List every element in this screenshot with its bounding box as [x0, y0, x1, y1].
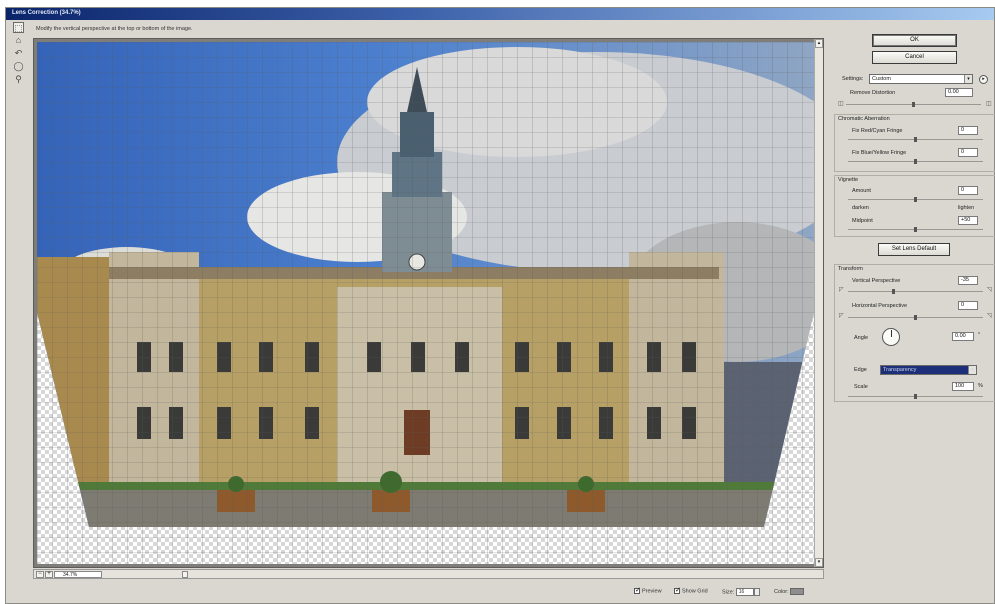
midpoint-label: Midpoint: [852, 218, 873, 224]
slider-thumb[interactable]: [914, 137, 917, 142]
perspective-right-icon: ◹: [987, 313, 992, 319]
straighten-tool-icon[interactable]: ⌂: [13, 35, 24, 46]
settings-value: Custom: [872, 76, 891, 82]
vignette-title: Vignette: [838, 177, 859, 183]
hand-tool-icon[interactable]: ◯: [13, 61, 24, 72]
cancel-button[interactable]: Cancel: [872, 51, 957, 64]
edge-value: Transparency: [883, 367, 917, 373]
grid-color-label: Color:: [774, 588, 789, 595]
preview-canvas[interactable]: [37, 42, 814, 564]
lighten-label: lighten: [958, 205, 975, 211]
chevron-down-icon: ▾: [964, 75, 972, 83]
angle-dial[interactable]: [882, 328, 900, 346]
horizontal-scroll-thumb[interactable]: [182, 571, 188, 578]
show-grid-option[interactable]: Show Grid: [674, 586, 708, 600]
midpoint-slider[interactable]: [848, 227, 983, 232]
scale-slider[interactable]: [848, 394, 983, 399]
remove-distortion-label: Remove Distortion: [850, 90, 896, 96]
blue-yellow-label: Fix Blue/Yellow Fringe: [852, 150, 907, 156]
grid-size-label: Size:: [722, 589, 735, 596]
grid-color-option: Color:: [774, 588, 805, 600]
tool-hint: Modify the vertical perspective at the t…: [36, 26, 193, 32]
pincushion-icon: ◫: [838, 101, 844, 107]
settings-panel: OK Cancel Settings: Custom ▾ ▸ Remove Di…: [830, 30, 995, 590]
preview-image: [37, 42, 814, 564]
slider-thumb[interactable]: [914, 394, 917, 399]
zoom-level[interactable]: 34.7%: [54, 571, 102, 578]
vignette-amount-field[interactable]: 0: [958, 186, 978, 195]
red-cyan-label: Fix Red/Cyan Fringe: [852, 128, 903, 134]
slider-thumb[interactable]: [914, 159, 917, 164]
remove-distortion-tool-icon[interactable]: ⬚: [13, 22, 24, 33]
preview-checkbox[interactable]: [634, 586, 641, 594]
move-grid-tool-icon[interactable]: ↶: [13, 48, 24, 59]
preview-label: Preview: [642, 588, 662, 595]
slider-thumb[interactable]: [912, 102, 915, 107]
alignment-grid: [37, 42, 814, 564]
horizontal-perspective-field[interactable]: 0: [958, 301, 978, 310]
scale-field[interactable]: 100: [952, 382, 974, 391]
slider-thumb[interactable]: [892, 289, 895, 294]
red-cyan-slider[interactable]: [848, 137, 983, 142]
vertical-perspective-slider[interactable]: [848, 289, 983, 294]
tool-palette: ⬚ ⌂ ↶ ◯ ⚲: [6, 22, 28, 102]
edge-label: Edge: [854, 367, 867, 373]
red-cyan-field[interactable]: 0: [958, 126, 978, 135]
show-grid-label: Show Grid: [682, 588, 708, 595]
show-grid-checkbox[interactable]: [674, 586, 681, 594]
slider-thumb[interactable]: [914, 227, 917, 232]
grid-color-swatch[interactable]: [790, 588, 805, 595]
window-title: Lens Correction (34.7%): [12, 10, 81, 16]
transform-title: Transform: [838, 266, 863, 272]
preview-option[interactable]: Preview: [634, 586, 662, 600]
grid-size-option: Size: 16: [722, 588, 760, 600]
perspective-left-icon: ◸: [839, 287, 844, 293]
edge-select[interactable]: Transparency ▾: [880, 365, 977, 375]
grid-size-input[interactable]: 16: [735, 588, 754, 596]
horizontal-perspective-slider[interactable]: [848, 315, 983, 320]
remove-distortion-field[interactable]: 0.00: [945, 88, 973, 97]
slider-thumb[interactable]: [914, 197, 917, 202]
blue-yellow-field[interactable]: 0: [958, 148, 978, 157]
settings-select[interactable]: Custom ▾: [869, 74, 973, 84]
scroll-down-icon[interactable]: ▾: [815, 558, 823, 567]
scale-unit: %: [978, 383, 983, 389]
settings-menu-icon[interactable]: ▸: [979, 75, 988, 84]
darken-label: darken: [852, 205, 869, 211]
vertical-perspective-label: Vertical Perspective: [852, 278, 901, 284]
scale-label: Scale: [854, 384, 868, 390]
slider-thumb[interactable]: [914, 315, 917, 320]
chevron-down-icon: ▾: [968, 366, 976, 374]
set-lens-default-button[interactable]: Set Lens Default: [878, 243, 950, 256]
zoom-tool-icon[interactable]: ⚲: [13, 74, 24, 85]
scroll-up-icon[interactable]: ▴: [815, 39, 823, 48]
vignette-amount-label: Amount: [852, 188, 871, 194]
vignette-amount-slider[interactable]: [848, 197, 983, 202]
grid-size-spinner[interactable]: [753, 588, 760, 596]
midpoint-field[interactable]: +50: [958, 216, 978, 225]
status-bar: − + 34.7%: [33, 569, 824, 579]
horizontal-perspective-label: Horizontal Perspective: [852, 303, 908, 309]
angle-unit: °: [978, 332, 981, 338]
barrel-icon: ◫: [986, 101, 992, 107]
preview-frame: ▴ ▾: [33, 38, 824, 568]
zoom-out-button[interactable]: −: [36, 571, 44, 578]
chromatic-title: Chromatic Aberration: [838, 116, 890, 122]
ok-button[interactable]: OK: [872, 34, 957, 47]
perspective-left-icon: ◸: [839, 313, 844, 319]
vertical-perspective-field[interactable]: -35: [958, 276, 978, 285]
settings-label: Settings:: [842, 76, 864, 82]
lens-correction-dialog: Lens Correction (34.7%) ⬚ ⌂ ↶ ◯ ⚲ Modify…: [5, 7, 995, 604]
title-bar[interactable]: Lens Correction (34.7%): [6, 8, 994, 20]
vertical-scrollbar[interactable]: ▴ ▾: [814, 39, 823, 567]
remove-distortion-slider[interactable]: [846, 102, 981, 107]
perspective-right-icon: ◹: [987, 287, 992, 293]
zoom-in-button[interactable]: +: [45, 571, 53, 578]
angle-label: Angle: [854, 335, 869, 341]
blue-yellow-slider[interactable]: [848, 159, 983, 164]
angle-field[interactable]: 0.00: [952, 332, 974, 341]
